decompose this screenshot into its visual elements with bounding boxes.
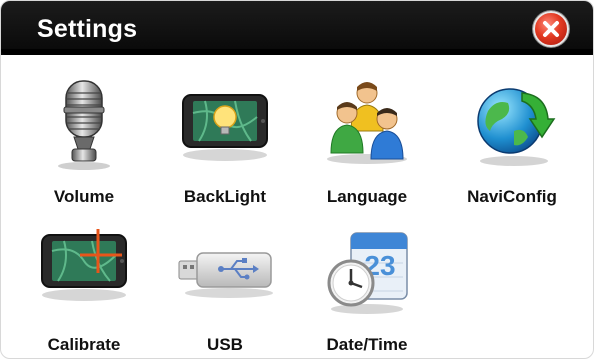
window-title: Settings — [37, 15, 138, 43]
calendar-clock-icon: 23 — [327, 232, 408, 314]
volume-button[interactable]: Volume — [24, 73, 144, 223]
datetime-label: Date/Time — [326, 335, 408, 354]
naviconfig-button[interactable]: NaviConfig — [452, 73, 572, 223]
usb-button[interactable]: USB — [165, 221, 285, 358]
close-icon — [543, 21, 559, 37]
usb-label: USB — [207, 335, 243, 354]
language-button[interactable]: Language — [307, 73, 427, 223]
backlight-icon — [182, 94, 268, 161]
language-label: Language — [326, 187, 408, 206]
backlight-button[interactable]: BackLight — [165, 73, 285, 223]
calibrate-icon — [41, 229, 127, 301]
people-icon — [327, 82, 407, 164]
naviconfig-label: NaviConfig — [467, 187, 557, 206]
calibrate-button[interactable]: Calibrate — [24, 221, 144, 358]
close-button[interactable] — [533, 11, 569, 47]
usb-icon — [178, 252, 273, 298]
calibrate-label: Calibrate — [47, 335, 121, 354]
microphone-icon — [58, 80, 110, 170]
backlight-label: BackLight — [183, 187, 267, 206]
globe-icon — [477, 88, 556, 166]
volume-label: Volume — [53, 187, 115, 206]
datetime-button[interactable]: 23 Date/Time — [307, 221, 427, 358]
title-bar: Settings — [1, 1, 593, 55]
settings-window: Settings Volume BackLight Language NaviC… — [0, 0, 594, 359]
